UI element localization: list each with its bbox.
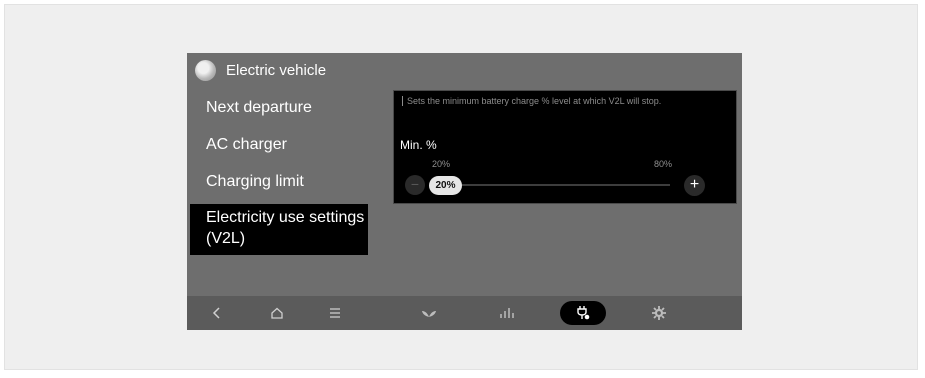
menu-item-ac-charger[interactable]: AC charger — [206, 134, 287, 155]
gear-icon[interactable] — [644, 296, 674, 330]
decrease-button[interactable]: − — [405, 175, 425, 195]
slider-thumb[interactable]: 20% — [429, 176, 462, 195]
page-title: Electric vehicle — [226, 61, 327, 79]
back-icon[interactable] — [202, 296, 232, 330]
header: Electric vehicle — [195, 59, 326, 81]
energy-bars-icon[interactable] — [492, 296, 522, 330]
home-icon[interactable] — [262, 296, 292, 330]
panel-description: Sets the minimum battery charge % level … — [402, 96, 727, 106]
v2l-settings-panel: Sets the minimum battery charge % level … — [393, 90, 737, 204]
increase-button[interactable]: + — [684, 175, 705, 196]
slider-max-label: 80% — [654, 159, 673, 169]
slider-track[interactable] — [430, 184, 670, 186]
slider-min-label: 20% — [432, 159, 451, 169]
menu-item-label: Electricity use settings (V2L) — [206, 209, 365, 247]
v2l-plug-icon[interactable] — [560, 301, 606, 325]
min-percent-label: Min. % — [400, 138, 437, 152]
electric-vehicle-icon — [195, 59, 216, 81]
menu-item-next-departure[interactable]: Next departure — [206, 97, 312, 118]
menu-icon[interactable] — [320, 296, 350, 330]
bottom-navigation-bar — [187, 296, 742, 330]
infotainment-screen: Electric vehicle Next departure AC charg… — [187, 53, 742, 330]
menu-item-charging-limit[interactable]: Charging limit — [206, 171, 304, 192]
menu-item-electricity-use-settings[interactable]: Electricity use settings (V2L) — [190, 204, 368, 254]
eco-leaf-icon[interactable] — [414, 296, 444, 330]
